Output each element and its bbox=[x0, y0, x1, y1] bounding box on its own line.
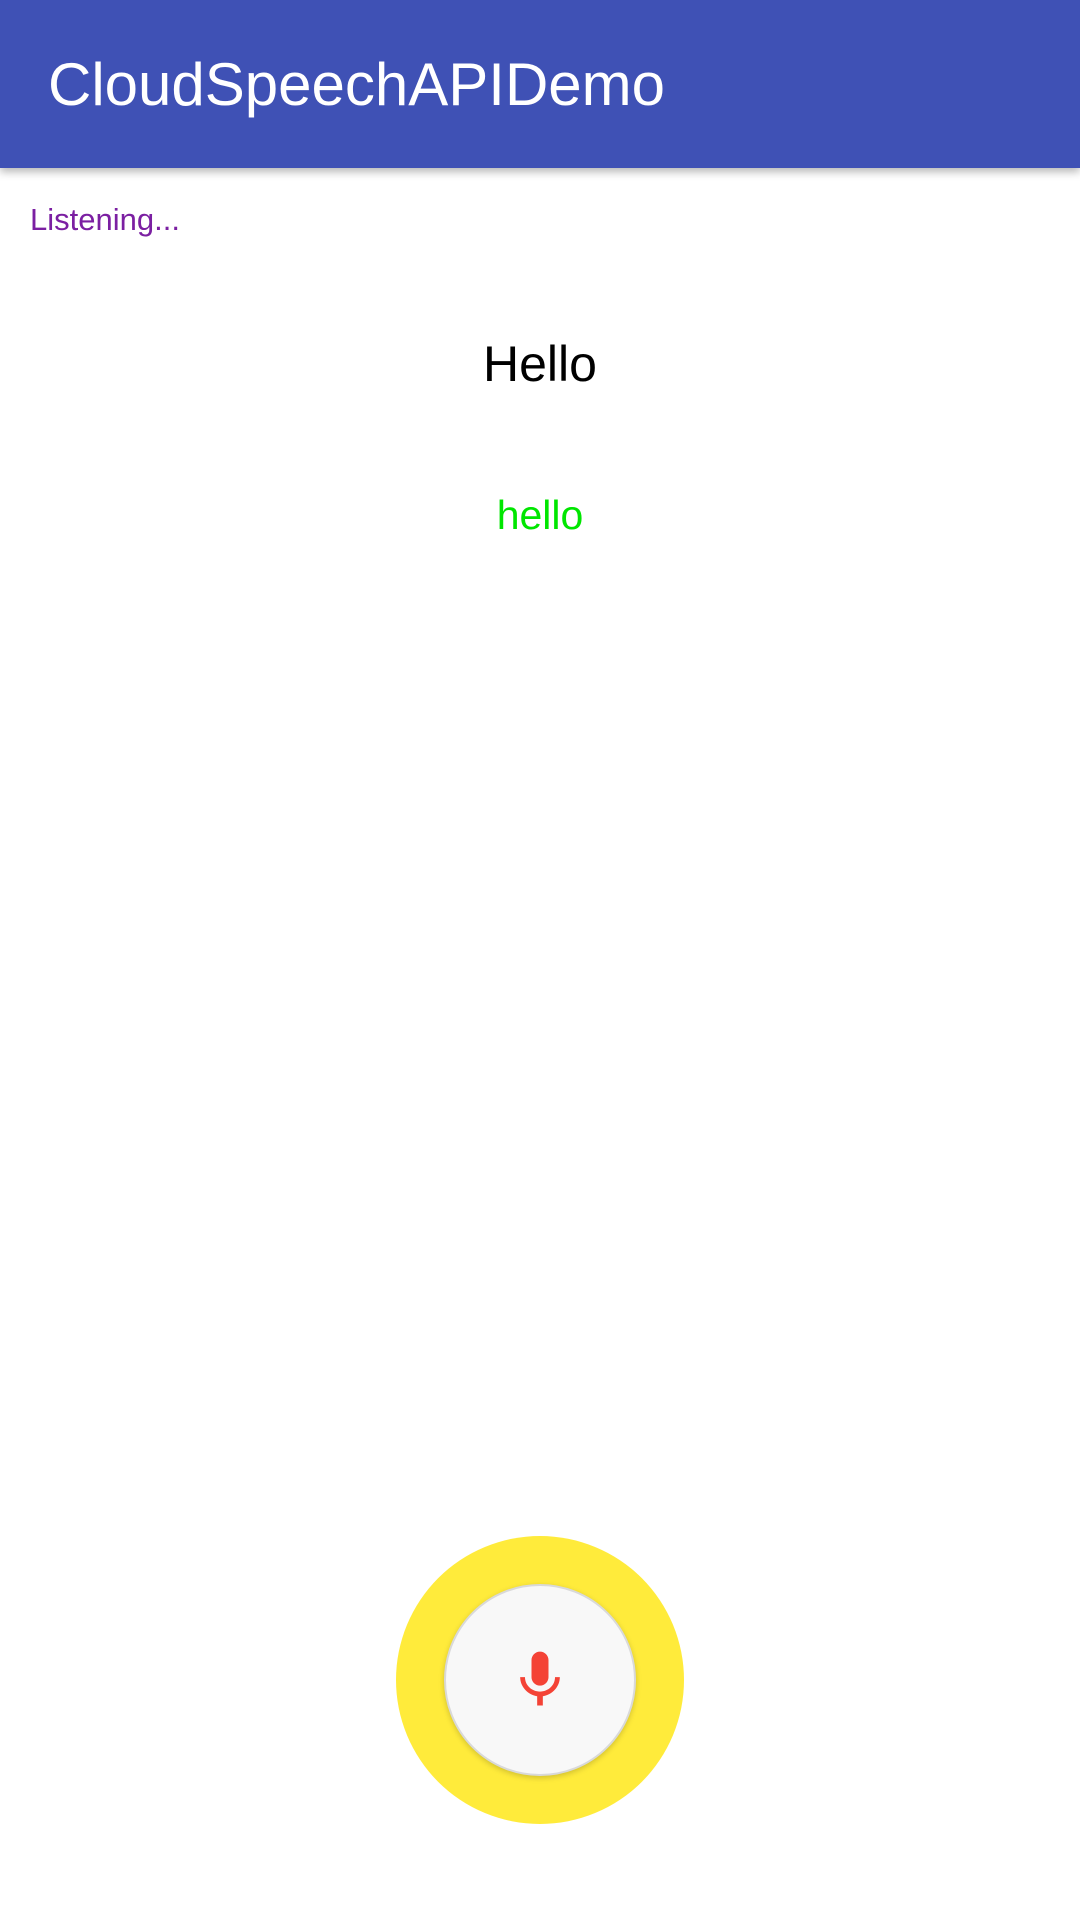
recognized-text: hello bbox=[496, 492, 584, 538]
app-bar: CloudSpeechAPIDemo bbox=[0, 0, 1080, 168]
mic-listening-ring bbox=[396, 1536, 684, 1824]
listening-status: Listening... bbox=[30, 202, 180, 237]
microphone-icon bbox=[506, 1646, 574, 1714]
transcript-text: Hello bbox=[483, 336, 597, 392]
mic-button[interactable] bbox=[444, 1584, 636, 1776]
app-title: CloudSpeechAPIDemo bbox=[48, 51, 666, 118]
